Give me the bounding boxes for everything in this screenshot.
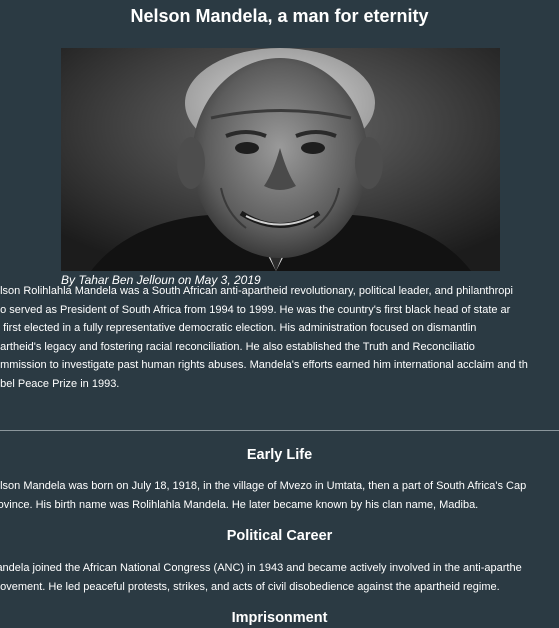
intro-line: elson Rolihlahla Mandela was a South Afr…	[0, 285, 513, 297]
political-career-line: landela joined the African National Cong…	[0, 562, 522, 574]
section-heading-imprisonment: Imprisonment	[231, 610, 328, 626]
section-heading-political-career: Political Career	[226, 528, 333, 544]
section-heading-early-life: Early Life	[246, 447, 313, 463]
early-life-paragraph: elson Mandela was born on July 18, 1918,…	[0, 477, 559, 514]
intro-paragraph: elson Rolihlahla Mandela was a South Afr…	[0, 282, 559, 393]
political-career-line: novement. He led peaceful protests, stri…	[0, 580, 500, 593]
early-life-line: rovince. His birth name was Rolihlahla M…	[0, 498, 479, 511]
intro-line: e first elected in a fully representativ…	[0, 322, 477, 334]
section-divider	[0, 430, 559, 431]
intro-line: ho served as President of South Africa f…	[0, 303, 511, 316]
early-life-line: elson Mandela was born on July 18, 1918,…	[0, 480, 527, 492]
page-title: Nelson Mandela, a man for eternity	[130, 6, 429, 26]
political-career-paragraph: landela joined the African National Cong…	[0, 559, 559, 596]
portrait-image	[61, 48, 500, 271]
portrait-graphic	[61, 48, 500, 271]
intro-line: obel Peace Prize in 1993.	[0, 377, 120, 390]
intro-line: ommission to investigate past human righ…	[0, 359, 528, 371]
intro-line: partheid's legacy and fostering racial r…	[0, 340, 475, 353]
